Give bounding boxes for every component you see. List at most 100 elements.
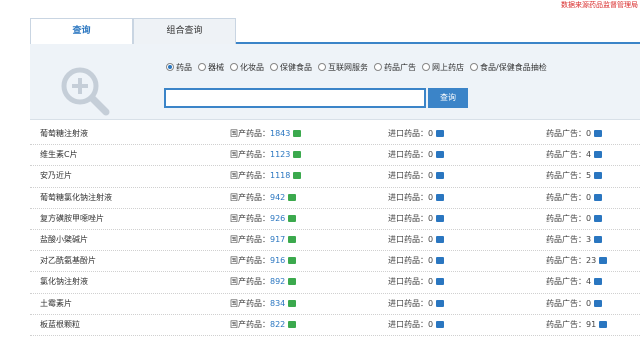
domestic-count-cell: 国产药品：917: [230, 230, 297, 250]
radio-button-icon[interactable]: [166, 63, 174, 71]
imported-label: 进口药品：: [388, 277, 428, 287]
domestic-count[interactable]: 822: [270, 320, 285, 329]
domestic-count[interactable]: 892: [270, 277, 285, 286]
expand-icon[interactable]: [599, 320, 608, 328]
search-button[interactable]: 查询: [428, 88, 468, 108]
radio-option[interactable]: 食品/保健食品抽检: [470, 62, 547, 73]
expand-plus-icon[interactable]: [288, 257, 297, 265]
radio-button-icon[interactable]: [422, 63, 430, 71]
radio-button-icon[interactable]: [374, 63, 382, 71]
expand-plus-icon[interactable]: [288, 214, 297, 222]
drug-name-link[interactable]: 维生素C片: [40, 145, 78, 165]
expand-icon[interactable]: [436, 235, 445, 243]
ad-label: 药品广告：: [546, 277, 586, 287]
imported-count-cell: 进口药品：0: [388, 336, 444, 340]
domestic-count[interactable]: 916: [270, 256, 285, 265]
expand-icon[interactable]: [436, 320, 445, 328]
radio-option[interactable]: 化妆品: [230, 62, 264, 73]
domestic-count[interactable]: 1123: [270, 150, 290, 159]
table-row: 复方磺胺甲噁唑片 国产药品：926 进口药品：0 药品广告：0: [30, 209, 640, 230]
expand-icon[interactable]: [436, 214, 445, 222]
expand-icon[interactable]: [436, 299, 445, 307]
expand-icon[interactable]: [436, 172, 445, 180]
expand-icon[interactable]: [436, 151, 445, 159]
tab-combined-query[interactable]: 组合查询: [133, 18, 236, 44]
domestic-count-cell: 国产药品：834: [230, 294, 297, 314]
domestic-count[interactable]: 1843: [270, 129, 290, 138]
expand-icon[interactable]: [599, 257, 608, 265]
expand-icon[interactable]: [436, 257, 445, 265]
drug-name-link[interactable]: 板蓝根颗粒: [40, 315, 80, 335]
expand-icon[interactable]: [594, 151, 603, 159]
radio-button-icon[interactable]: [318, 63, 326, 71]
expand-icon[interactable]: [594, 278, 603, 286]
magnifier-plus-icon: [61, 67, 110, 116]
ad-count: 3: [586, 234, 592, 244]
expand-plus-icon[interactable]: [288, 193, 297, 201]
drug-name-link[interactable]: 盐酸小檗碱片: [40, 230, 88, 250]
radio-label: 化妆品: [240, 63, 264, 72]
domestic-count-cell: 国产药品：926: [230, 209, 297, 229]
expand-icon[interactable]: [436, 130, 445, 137]
imported-label: 进口药品：: [388, 213, 428, 223]
expand-plus-icon[interactable]: [293, 172, 302, 180]
domestic-label: 国产药品：: [230, 213, 270, 223]
drug-name-link[interactable]: 安乃近片: [40, 166, 72, 186]
table-row: 土霉素片 国产药品：834 进口药品：0 药品广告：0: [30, 294, 640, 315]
expand-plus-icon[interactable]: [293, 130, 302, 137]
domestic-count[interactable]: 1118: [270, 171, 290, 180]
domestic-count-cell: 国产药品：822: [230, 315, 297, 335]
expand-icon[interactable]: [436, 278, 445, 286]
search-input[interactable]: [164, 88, 426, 108]
imported-count-cell: 进口药品：0: [388, 166, 445, 186]
domestic-count-cell: 国产药品：916: [230, 251, 297, 271]
drug-name-link[interactable]: 氯化钠注射液: [40, 272, 88, 292]
expand-icon[interactable]: [436, 193, 445, 201]
top-note: 数据来源药品监督管理局: [561, 1, 638, 9]
expand-icon[interactable]: [594, 235, 603, 243]
radio-button-icon[interactable]: [198, 63, 206, 71]
radio-label: 食品/保健食品抽检: [480, 63, 547, 72]
domestic-count-cell: 国产药品：942: [230, 188, 297, 208]
imported-label: 进口药品：: [388, 256, 428, 266]
radio-option[interactable]: 药品广告: [374, 62, 416, 73]
drug-name-link[interactable]: 土霉素片: [40, 294, 72, 314]
expand-plus-icon[interactable]: [293, 151, 302, 159]
radio-label: 保健食品: [280, 63, 312, 72]
radio-option[interactable]: 网上药店: [422, 62, 464, 73]
expand-icon[interactable]: [594, 130, 603, 137]
expand-icon[interactable]: [594, 299, 603, 307]
domestic-count-cell: 国产药品：1118: [230, 166, 302, 186]
ad-label: 药品广告：: [546, 192, 586, 202]
imported-count-cell: 进口药品：0: [388, 251, 445, 271]
drug-name-link[interactable]: 对乙酰氨基酚片: [40, 251, 96, 271]
radio-option[interactable]: 保健食品: [270, 62, 312, 73]
ad-label: 药品广告：: [546, 150, 586, 160]
drug-name-link[interactable]: 维生素B1片: [40, 336, 83, 340]
imported-label: 进口药品：: [388, 171, 428, 181]
radio-option[interactable]: 器械: [198, 62, 224, 73]
expand-plus-icon[interactable]: [288, 299, 297, 307]
expand-plus-icon[interactable]: [288, 278, 297, 286]
radio-label: 互联网服务: [328, 63, 368, 72]
drug-name-link[interactable]: 葡萄糖氯化钠注射液: [40, 188, 112, 208]
drug-name-link[interactable]: 复方磺胺甲噁唑片: [40, 209, 104, 229]
domestic-label: 国产药品：: [230, 171, 270, 181]
tab-query[interactable]: 查询: [30, 18, 133, 44]
radio-button-icon[interactable]: [230, 63, 238, 71]
domestic-count[interactable]: 834: [270, 299, 285, 308]
expand-plus-icon[interactable]: [288, 235, 297, 243]
domestic-count[interactable]: 917: [270, 235, 285, 244]
drug-name-link[interactable]: 葡萄糖注射液: [40, 124, 88, 144]
radio-option[interactable]: 药品: [166, 62, 192, 73]
domestic-count[interactable]: 926: [270, 214, 285, 223]
expand-icon[interactable]: [594, 193, 603, 201]
table-row: 盐酸小檗碱片 国产药品：917 进口药品：0 药品广告：3: [30, 230, 640, 252]
domestic-count[interactable]: 942: [270, 193, 285, 202]
radio-button-icon[interactable]: [470, 63, 478, 71]
expand-icon[interactable]: [594, 172, 603, 180]
radio-button-icon[interactable]: [270, 63, 278, 71]
radio-option[interactable]: 互联网服务: [318, 62, 368, 73]
expand-icon[interactable]: [594, 214, 603, 222]
expand-plus-icon[interactable]: [288, 320, 297, 328]
